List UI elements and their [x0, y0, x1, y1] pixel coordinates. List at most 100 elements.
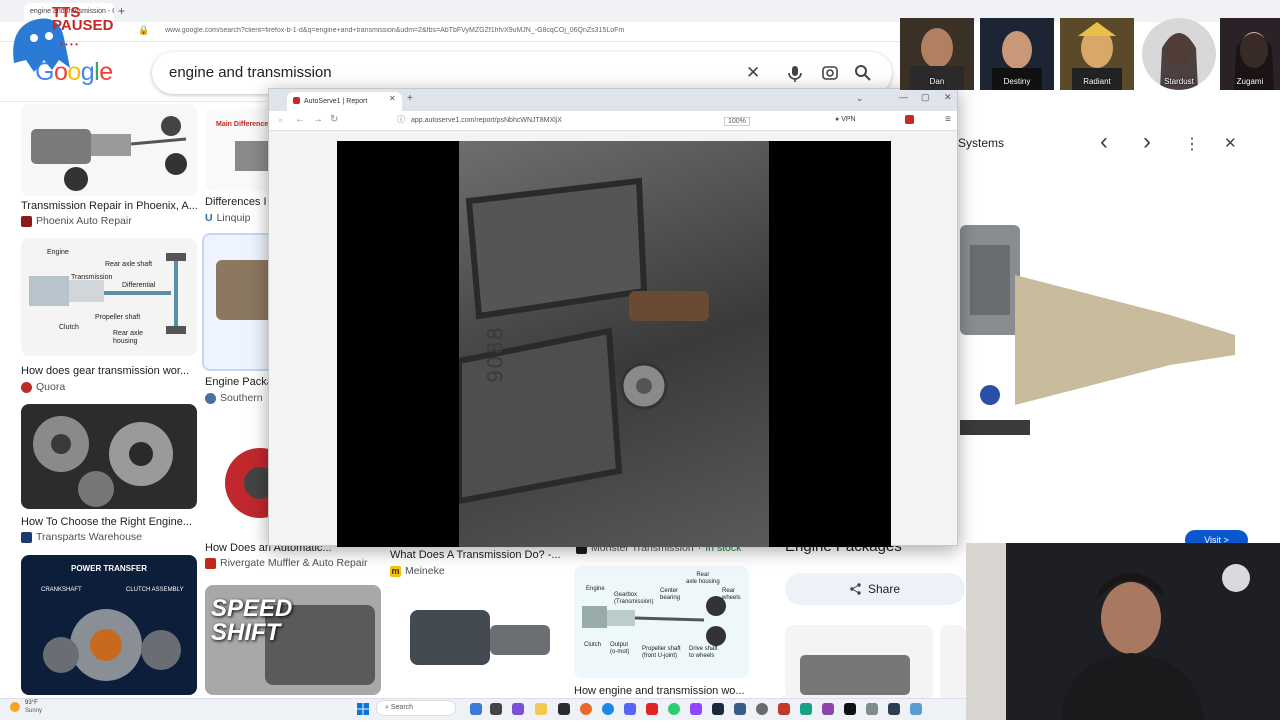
diagram-label: Drive shaft to wheels: [689, 646, 718, 659]
linquip-icon: U: [205, 212, 213, 224]
edge-icon[interactable]: [602, 703, 614, 715]
result-image[interactable]: [390, 590, 566, 695]
transmission-photo[interactable]: 9088: [456, 141, 769, 547]
settings-icon[interactable]: [756, 703, 768, 715]
result-source[interactable]: m Meineke: [390, 565, 445, 577]
engine-preview-image[interactable]: [960, 225, 1238, 435]
more-options-icon[interactable]: ⋮: [1184, 134, 1200, 154]
site-info-icon[interactable]: ⓘ: [397, 114, 405, 125]
taskbar-app-icon[interactable]: [512, 703, 524, 715]
url-text[interactable]: www.google.com/search?client=firefox-b-1…: [165, 27, 885, 34]
result-title[interactable]: Differences I: [205, 196, 275, 208]
popup-tab[interactable]: AutoServe1 | Report: [287, 92, 402, 111]
discord-icon[interactable]: [624, 703, 636, 715]
weather-icon[interactable]: [10, 702, 20, 712]
twitch-icon[interactable]: [690, 703, 702, 715]
new-tab-icon[interactable]: +: [407, 93, 413, 104]
webcam-destiny: Destiny: [980, 18, 1054, 90]
favicon-icon: [21, 531, 32, 543]
close-tab-icon[interactable]: ✕: [389, 94, 396, 103]
result-image[interactable]: [21, 104, 197, 196]
youtube-icon[interactable]: [646, 703, 658, 715]
taskbar-app-icon[interactable]: [490, 703, 502, 715]
taskbar-app-icon[interactable]: [470, 703, 482, 715]
result-source[interactable]: Phoenix Auto Repair: [21, 215, 132, 227]
back-icon[interactable]: ←: [295, 114, 305, 125]
taskbar-app-icon[interactable]: [558, 703, 570, 715]
folder-icon[interactable]: [535, 703, 547, 715]
tts-status: TTS PAUSED: [52, 4, 114, 34]
taskbar-app-icon[interactable]: [888, 703, 900, 715]
forward-icon[interactable]: →: [313, 114, 323, 125]
taskbar-app-icon[interactable]: [866, 703, 878, 715]
vpn-button[interactable]: ● VPN: [835, 116, 856, 123]
next-icon[interactable]: ›: [1143, 128, 1151, 156]
maximize-icon[interactable]: ▢: [921, 92, 930, 103]
diagram-label: Transmission: [71, 274, 113, 281]
streamer-facecam: [966, 543, 1280, 720]
spotify-icon[interactable]: [668, 703, 680, 715]
search-icon[interactable]: [854, 64, 872, 87]
result-image[interactable]: Main Differences: [205, 109, 275, 191]
result-source[interactable]: U Linquip: [205, 212, 250, 224]
taskbar-app-icon[interactable]: [734, 703, 746, 715]
lens-icon[interactable]: [821, 64, 839, 87]
steam-icon[interactable]: [712, 703, 724, 715]
diagram-label: Output (o-mot): [610, 642, 630, 655]
diagram-label: Differential: [122, 282, 156, 289]
result-title[interactable]: What Does A Transmission Do? -...: [390, 549, 570, 561]
previous-icon[interactable]: ‹: [1100, 128, 1108, 156]
close-icon[interactable]: ✕: [1224, 134, 1237, 152]
lock-icon: 🔒: [138, 25, 150, 35]
taskbar-app-icon[interactable]: [910, 703, 922, 715]
result-title[interactable]: Transmission Repair in Phoenix, A...: [21, 200, 197, 212]
result-source[interactable]: Transparts Warehouse: [21, 531, 142, 543]
popup-url[interactable]: app.autoserve1.com/report/psNbhcWNJT8MXl…: [411, 117, 562, 124]
diagram-label: Rear axle housing: [113, 330, 143, 345]
terminal-icon[interactable]: [844, 703, 856, 715]
result-title[interactable]: How does gear transmission wor...: [21, 365, 197, 377]
clear-icon[interactable]: ✕: [746, 63, 760, 83]
close-window-icon[interactable]: ✕: [944, 92, 952, 103]
result-source[interactable]: Southern: [205, 392, 263, 404]
speed-shift-image[interactable]: SPEED SHIFT: [205, 585, 381, 695]
zoom-level[interactable]: 100%: [724, 117, 750, 126]
weather-temp[interactable]: 93°F: [25, 700, 38, 706]
taskbar-app-icon[interactable]: [778, 703, 790, 715]
result-title[interactable]: How To Choose the Right Engine...: [21, 516, 197, 528]
webcam-stardust: Stardust: [1142, 18, 1216, 90]
weather-condition[interactable]: Sunny: [25, 708, 42, 714]
related-image[interactable]: [940, 625, 966, 700]
taskbar-search[interactable]: ⌕ Search: [376, 700, 456, 716]
taskbar-app-icon[interactable]: [822, 703, 834, 715]
firefox-icon[interactable]: [580, 703, 592, 715]
microphone-icon[interactable]: [787, 65, 803, 86]
diagram-image[interactable]: Engine Transmission Rear axle shaft Diff…: [21, 238, 197, 356]
start-icon[interactable]: [357, 702, 369, 715]
diagram-label: Propeller shaft (front U-joint): [642, 646, 681, 659]
favicon-icon: [205, 557, 216, 569]
menu-icon[interactable]: ≡: [945, 114, 951, 125]
tts-dots: • • • •: [60, 40, 78, 49]
extension-icon[interactable]: [905, 115, 914, 124]
reload-icon[interactable]: ↻: [330, 114, 338, 125]
preview-title[interactable]: Systems: [958, 136, 1004, 150]
popup-window: AutoServe1 | Report ✕ + ⌄ — ▢ ✕ ▫ ← → ↻ …: [268, 88, 958, 547]
taskbar-app-icon[interactable]: [800, 703, 812, 715]
diagram-image[interactable]: Rear axle housing Engine Gearbox (Transm…: [574, 566, 749, 678]
result-title[interactable]: How engine and transmission wo...: [574, 685, 749, 697]
result-image[interactable]: [205, 418, 275, 536]
result-source[interactable]: Rivergate Muffler & Auto Repair: [205, 557, 367, 569]
sidebar-icon[interactable]: ▫: [279, 115, 282, 125]
related-image[interactable]: [785, 625, 933, 700]
search-input[interactable]: engine and transmission: [169, 64, 332, 81]
share-button[interactable]: Share: [785, 573, 965, 605]
result-image[interactable]: [21, 404, 197, 509]
tab-list-icon[interactable]: ⌄: [856, 93, 864, 104]
power-transfer-image[interactable]: POWER TRANSFER CRANKSHAFT CLUTCH ASSEMBL…: [21, 555, 197, 695]
result-source[interactable]: Quora: [21, 381, 65, 393]
result-title[interactable]: Engine Packa: [205, 376, 275, 388]
selected-result-image[interactable]: [202, 233, 277, 371]
diagram-label: Rear axle housing: [686, 572, 720, 585]
minimize-icon[interactable]: —: [899, 92, 908, 102]
